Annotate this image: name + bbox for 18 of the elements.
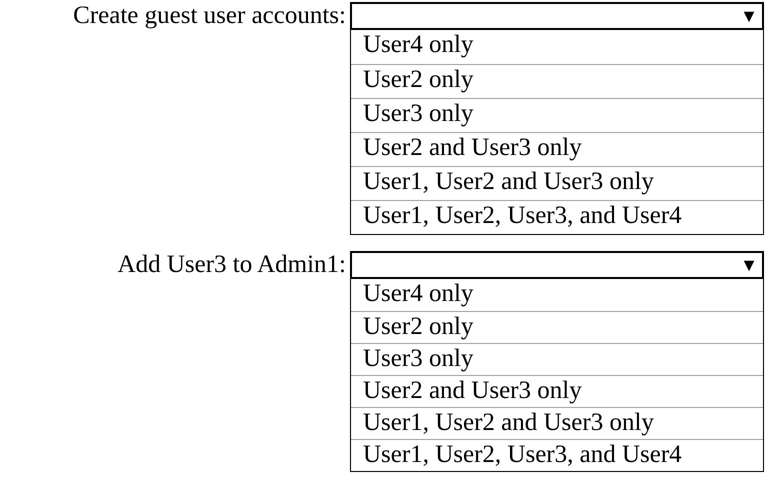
dropdown-option[interactable]: User2 only — [351, 311, 763, 343]
dropdown-option[interactable]: User1, User2, User3, and User4 — [351, 200, 763, 234]
dropdown-option[interactable]: User1, User2 and User3 only — [351, 166, 763, 200]
dropdown-option[interactable]: User2 and User3 only — [351, 132, 763, 166]
question-label: Create guest user accounts: — [72, 2, 347, 30]
dropdown[interactable]: ▼ — [350, 2, 764, 30]
dropdown-option[interactable]: User3 only — [351, 343, 763, 375]
question-label: Add User3 to Admin1: — [116, 251, 347, 279]
dropdown-arrow: ▼ — [740, 7, 758, 25]
dropdown-option[interactable]: User1, User2, User3, and User4 — [351, 439, 763, 471]
dropdown-option[interactable]: User3 only — [351, 98, 763, 132]
dropdown-option[interactable]: User2 and User3 only — [351, 375, 763, 407]
dropdown-option[interactable]: User2 only — [351, 64, 763, 98]
dropdown-arrow: ▼ — [740, 256, 758, 274]
dropdown-option[interactable]: User4 only — [351, 30, 763, 64]
dropdown-option[interactable]: User4 only — [351, 279, 763, 311]
dropdown[interactable]: ▼ — [350, 251, 764, 279]
dropdown-option[interactable]: User1, User2 and User3 only — [351, 407, 763, 439]
